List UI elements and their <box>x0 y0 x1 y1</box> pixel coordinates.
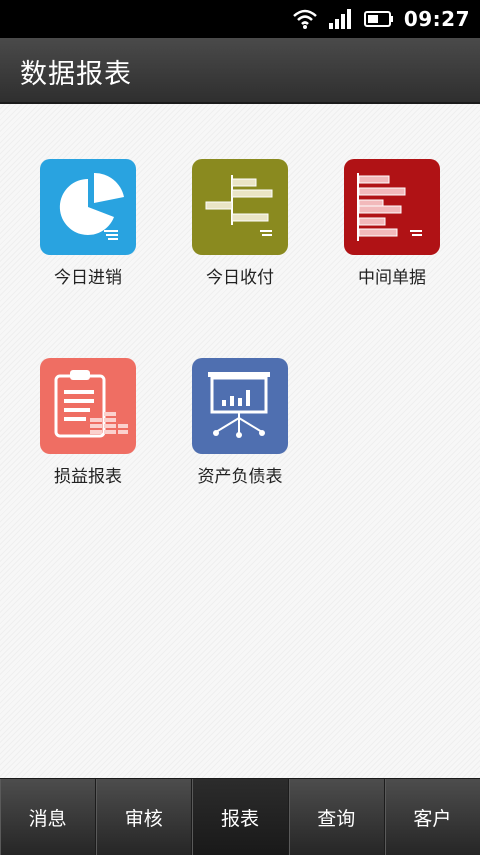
tab-messages[interactable]: 消息 <box>0 779 97 855</box>
clipboard-icon <box>40 358 136 454</box>
tab-customers[interactable]: 客户 <box>385 779 480 855</box>
tile-today-sales[interactable]: 今日进销 <box>23 159 153 299</box>
tile-label: 中间单据 <box>358 268 426 288</box>
tile-label: 损益报表 <box>54 467 122 487</box>
tile-balance-sheet[interactable]: 资产负债表 <box>175 358 305 498</box>
horizontal-bar-chart-icon <box>192 159 288 255</box>
tile-intermediate-documents[interactable]: 中间单据 <box>327 159 457 299</box>
battery-icon <box>363 11 393 27</box>
bottom-tab-bar: 消息 审核 报表 查询 客户 <box>0 778 480 855</box>
tab-reports[interactable]: 报表 <box>192 779 289 855</box>
report-grid: 今日进销 今日收付 中间单据 损益报表 资产负债表 <box>0 104 480 778</box>
signal-icon <box>328 9 351 29</box>
tab-review[interactable]: 审核 <box>96 779 193 855</box>
status-icons: 09:27 <box>292 0 470 38</box>
page-title: 数据报表 <box>20 59 132 90</box>
tile-profit-loss[interactable]: 损益报表 <box>23 358 153 498</box>
title-bar: 数据报表 <box>0 38 480 104</box>
tile-today-payments[interactable]: 今日收付 <box>175 159 305 299</box>
status-time: 09:27 <box>403 7 470 31</box>
status-bar: 09:27 <box>0 0 480 38</box>
tile-label: 资产负债表 <box>197 467 283 487</box>
presentation-board-icon <box>192 358 288 454</box>
tile-label: 今日收付 <box>206 268 274 288</box>
bar-list-icon <box>344 159 440 255</box>
tile-label: 今日进销 <box>54 268 122 288</box>
tab-query[interactable]: 查询 <box>289 779 385 855</box>
pie-chart-icon <box>40 159 136 255</box>
wifi-icon <box>292 9 317 29</box>
